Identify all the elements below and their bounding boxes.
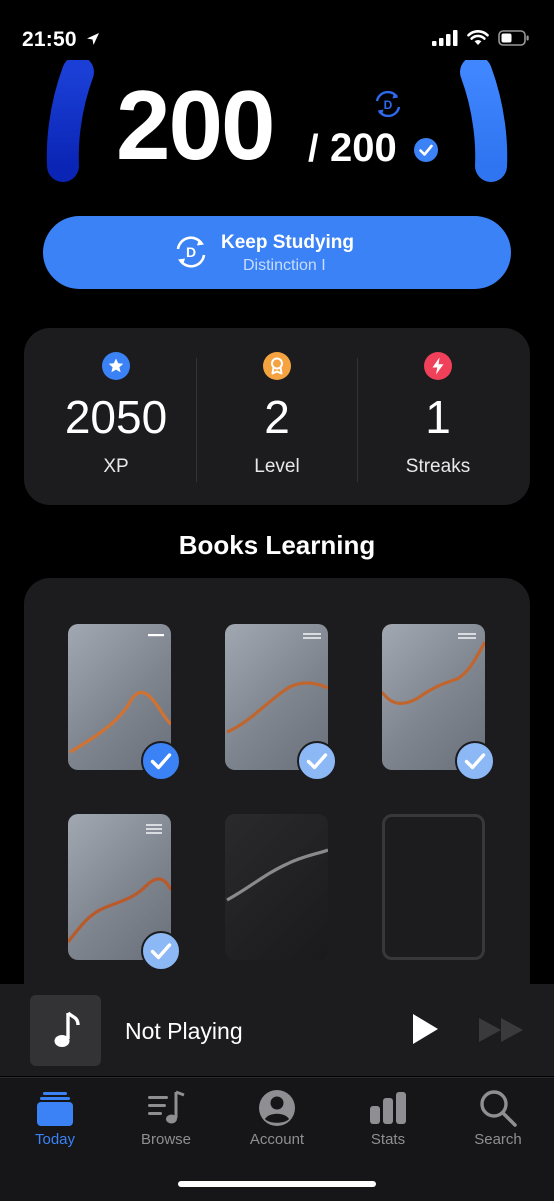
stats-icon	[370, 1092, 406, 1124]
battery-icon	[498, 30, 529, 46]
stat-level: 2 Level	[197, 328, 357, 505]
lightning-icon	[424, 352, 452, 380]
location-arrow-icon	[86, 33, 99, 45]
books-card	[24, 578, 530, 1008]
cellular-signal-icon	[432, 30, 458, 46]
stat-value: 2050	[64, 391, 168, 443]
distinction-badge-icon: D	[375, 90, 401, 118]
keep-studying-subtitle: Distinction I	[243, 257, 326, 274]
completed-check-icon	[297, 741, 337, 781]
fast-forward-icon[interactable]	[478, 1017, 526, 1043]
svg-text:D: D	[186, 244, 196, 260]
score-separator: /	[308, 128, 319, 170]
verified-check-icon	[414, 138, 438, 162]
stats-card: 2050 XP 2 Level 1 Streaks	[24, 328, 530, 505]
wifi-icon	[467, 30, 489, 45]
tab-label: Today	[34, 1131, 76, 1148]
stat-value: 2	[264, 391, 290, 443]
keep-studying-button[interactable]: D Keep Studying Distinction I	[43, 216, 511, 289]
tab-label: Search	[474, 1131, 522, 1148]
keep-studying-title: Keep Studying	[221, 232, 355, 253]
books-learning-title: Books Learning	[178, 530, 376, 560]
browse-icon	[148, 1090, 185, 1124]
tab-label: Account	[249, 1131, 305, 1148]
status-time: 21:50	[22, 28, 101, 52]
tab-label: Browse	[140, 1131, 192, 1148]
now-playing-status: Not Playing	[125, 1018, 243, 1044]
book-cover[interactable]	[225, 814, 328, 960]
completed-check-icon	[455, 741, 495, 781]
stat-xp: 2050 XP	[36, 328, 196, 505]
score-current: 200	[116, 70, 276, 180]
play-icon[interactable]	[410, 1012, 440, 1046]
star-icon	[102, 352, 130, 380]
progress-ring	[46, 60, 508, 182]
completed-check-icon	[141, 931, 181, 971]
stat-value: 1	[425, 391, 451, 443]
distinction-badge-icon: D	[176, 236, 206, 268]
completed-check-icon	[141, 741, 181, 781]
search-icon	[480, 1090, 517, 1127]
stat-streaks: 1 Streaks	[358, 328, 518, 505]
score-total: 200	[330, 126, 397, 170]
account-icon	[259, 1090, 295, 1126]
book-placeholder[interactable]	[382, 814, 485, 960]
stat-label: XP	[103, 456, 129, 477]
award-icon	[263, 352, 291, 380]
stat-label: Streaks	[405, 456, 471, 477]
status-indicators	[432, 30, 530, 46]
today-icon	[37, 1092, 73, 1126]
album-art	[30, 995, 101, 1066]
mini-player[interactable]: Not Playing	[0, 984, 554, 1076]
home-indicator[interactable]	[178, 1181, 376, 1187]
stat-label: Level	[254, 456, 300, 477]
tab-label: Stats	[370, 1131, 406, 1148]
svg-text:D: D	[384, 98, 393, 112]
music-note-icon	[54, 1011, 80, 1047]
